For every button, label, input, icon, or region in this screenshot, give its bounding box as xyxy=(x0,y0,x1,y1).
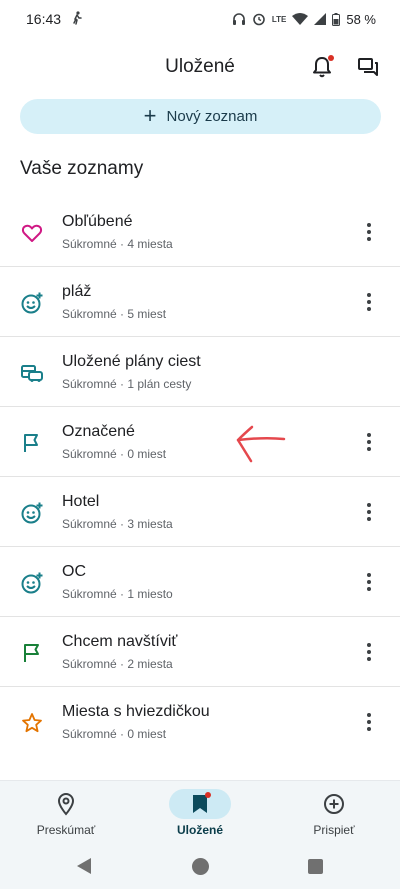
list-name: Chcem navštíviť xyxy=(62,633,178,650)
list-name: Uložené plány ciest xyxy=(62,353,201,370)
recents-icon[interactable] xyxy=(308,859,323,874)
more-options-icon[interactable] xyxy=(360,501,378,523)
nav-contribute[interactable]: Prispieť xyxy=(274,789,394,837)
app-header: Uložené xyxy=(0,40,400,94)
list-item[interactable]: Označené Súkromné · 0 miest xyxy=(0,407,400,477)
list-details: Súkromné · 0 miest xyxy=(62,447,167,461)
location-pin-icon xyxy=(57,793,75,816)
nav-saved-label: Uložené xyxy=(176,823,223,837)
list-item[interactable]: OC Súkromné · 1 miesto xyxy=(0,547,400,617)
status-time: 16:43 xyxy=(26,11,62,27)
smiley-icon xyxy=(21,292,43,314)
bottom-navigation: Preskúmať Uložené Prispieť xyxy=(0,780,400,844)
nav-contribute-label: Prispieť xyxy=(313,823,355,837)
list-name: pláž xyxy=(62,283,92,300)
more-options-icon[interactable] xyxy=(360,641,378,663)
heart-icon xyxy=(21,224,43,242)
wifi-icon xyxy=(292,13,309,25)
signal-icon xyxy=(314,13,327,25)
back-icon[interactable] xyxy=(76,857,92,875)
list-name: Obľúbené xyxy=(62,213,133,230)
list-item[interactable]: pláž Súkromné · 5 miest xyxy=(0,267,400,337)
star-icon xyxy=(22,713,42,733)
saved-badge xyxy=(205,792,211,798)
list-details: Súkromné · 2 miesta xyxy=(62,657,173,671)
messages-button[interactable] xyxy=(355,54,381,80)
more-options-icon[interactable] xyxy=(360,711,378,733)
notification-badge xyxy=(328,55,334,61)
flag-outline-icon xyxy=(24,434,38,452)
plus-icon: + xyxy=(143,102,157,128)
network-label: LTE xyxy=(271,14,287,24)
annotation-arrow-icon xyxy=(236,425,286,463)
system-navigation-bar xyxy=(0,844,400,889)
new-list-label: Nový zoznam xyxy=(166,108,258,125)
new-list-button[interactable]: + Nový zoznam xyxy=(20,99,381,134)
list-name: Hotel xyxy=(62,493,100,510)
home-icon[interactable] xyxy=(192,858,209,875)
list-details: Súkromné · 5 miest xyxy=(62,307,167,321)
list-item[interactable]: Uložené plány ciest Súkromné · 1 plán ce… xyxy=(0,337,400,407)
list-details: Súkromné · 3 miesta xyxy=(62,517,173,531)
more-options-icon[interactable] xyxy=(360,291,378,313)
page-title: Uložené xyxy=(165,56,235,77)
flag-icon xyxy=(24,644,39,662)
nav-explore-label: Preskúmať xyxy=(36,823,96,837)
status-bar: 16:43 LTE 58 % xyxy=(0,0,400,38)
list-item[interactable]: Obľúbené Súkromné · 4 miesta xyxy=(0,197,400,267)
list-details: Súkromné · 0 miest xyxy=(62,727,167,741)
battery-percent: 58 % xyxy=(346,11,376,27)
more-options-icon[interactable] xyxy=(360,571,378,593)
alarm-icon xyxy=(252,12,266,26)
list-details: Súkromné · 4 miesta xyxy=(62,237,173,251)
smiley-icon xyxy=(21,572,43,594)
nav-explore[interactable]: Preskúmať xyxy=(6,789,126,837)
trip-icon xyxy=(21,365,43,382)
headphones-icon xyxy=(232,12,246,26)
list-details: Súkromné · 1 miesto xyxy=(62,587,173,601)
list-item[interactable]: Miesta s hviezdičkou Súkromné · 0 miest xyxy=(0,687,400,757)
more-options-icon[interactable] xyxy=(360,221,378,243)
list-item[interactable]: Hotel Súkromné · 3 miesta xyxy=(0,477,400,547)
more-options-icon[interactable] xyxy=(360,431,378,453)
nav-saved[interactable]: Uložené xyxy=(140,789,260,837)
list-item[interactable]: Chcem navštíviť Súkromné · 2 miesta xyxy=(0,617,400,687)
chat-icon xyxy=(358,58,378,76)
battery-icon xyxy=(332,12,341,26)
list-name: OC xyxy=(62,563,86,580)
add-circle-icon xyxy=(324,794,344,814)
smiley-icon xyxy=(21,502,43,524)
notifications-button[interactable] xyxy=(309,54,335,80)
section-title: Vaše zoznamy xyxy=(20,158,144,179)
list-name: Označené xyxy=(62,423,135,440)
list-name: Miesta s hviezdičkou xyxy=(62,703,210,720)
active-tab-indicator xyxy=(169,789,231,819)
list-details: Súkromné · 1 plán cesty xyxy=(62,377,192,391)
saved-lists: Obľúbené Súkromné · 4 miesta pláž Súkrom… xyxy=(0,197,400,757)
walking-icon xyxy=(71,10,83,28)
